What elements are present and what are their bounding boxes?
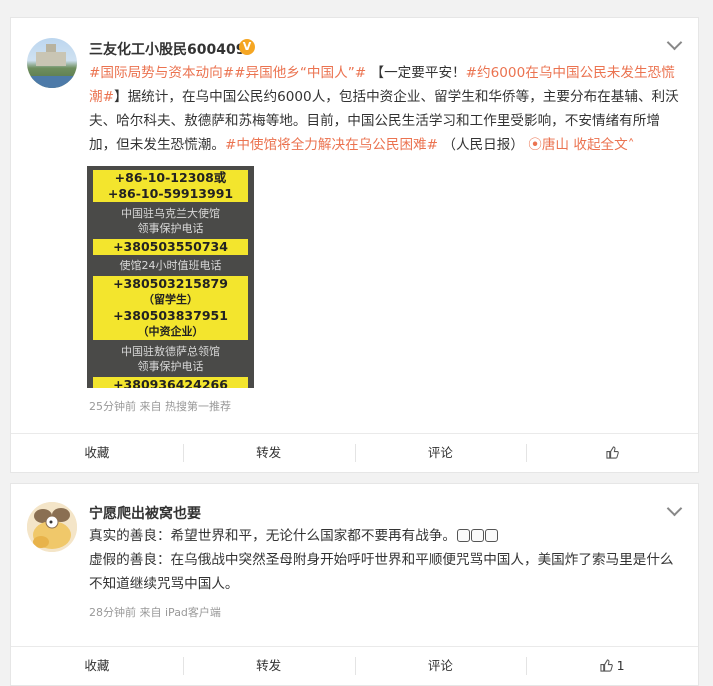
post-body: 真实的善良：希望世界和平，无论什么国家都不要再有战争。 虚假的善良：在乌俄战中突… (89, 524, 687, 596)
comment-label: 评论 (427, 445, 453, 460)
favorite-label: 收藏 (84, 445, 110, 460)
emoji-icon (457, 529, 471, 542)
location-link[interactable]: ⦿唐山 (528, 137, 569, 153)
action-bar: 收藏 转发 评论 (11, 433, 698, 472)
poster-line: （留学生） (93, 292, 248, 308)
repost-label: 转发 (256, 445, 282, 460)
post-line-1: 真实的善良：希望世界和平，无论什么国家都不要再有战争。 (89, 528, 457, 544)
like-count: 1 (616, 658, 625, 673)
favorite-button[interactable]: 收藏 (11, 647, 183, 685)
like-button[interactable] (526, 434, 698, 472)
poster-line: +86-10-12308或 (93, 170, 248, 186)
location-label: 唐山 (541, 137, 570, 153)
collapse-label: 收起全文 (573, 137, 628, 153)
chevron-down-icon[interactable] (666, 500, 683, 517)
poster-line: +380503550734 (93, 239, 248, 255)
location-pin-icon: ⦿ (528, 137, 542, 153)
post-text: 真实的善良：希望世界和平，无论什么国家都不要再有战争。 (89, 524, 687, 548)
comment-label: 评论 (427, 658, 453, 673)
favorite-button[interactable]: 收藏 (11, 434, 183, 472)
verified-badge-icon: V (239, 39, 255, 55)
username[interactable]: 三友化工小股民600409 (89, 39, 245, 59)
post-body: #国际局势与资本动向##异国他乡“中国人”# 【一定要平安！#约6000在乌中国… (89, 61, 687, 157)
poster-line: （中资企业） (93, 324, 248, 340)
poster-line: +86-10-59913991 (93, 186, 248, 202)
repost-button[interactable]: 转发 (182, 647, 355, 685)
poster-line: 中国驻乌克兰大使馆 (121, 207, 220, 220)
cartoon-avatar-icon (27, 502, 77, 552)
repost-label: 转发 (256, 658, 282, 673)
avatar-water (27, 76, 77, 88)
thumbs-up-icon (600, 659, 613, 672)
poster-line: 领事保护电话 (137, 222, 204, 235)
hashtag-link[interactable]: #中使馆将全力解决在乌公民困难# (225, 137, 438, 153)
repost-button[interactable]: 转发 (182, 434, 355, 472)
poster-line: +380503837951 (93, 308, 248, 324)
hashtag-link[interactable]: #异国他乡“中国人”# (234, 65, 366, 81)
post-source-text: （人民日报） (442, 137, 524, 153)
username[interactable]: 宁愿爬出被窝也要 (89, 503, 201, 523)
poster-line: 中国驻敖德萨总领馆 (121, 345, 220, 358)
favorite-label: 收藏 (84, 658, 110, 673)
collapse-link[interactable]: 收起全文˄ (573, 137, 634, 153)
chevron-down-icon[interactable] (666, 34, 683, 51)
post-time[interactable]: 28分钟前 (89, 606, 136, 619)
poster-line: 使馆24小时值班电话 (119, 259, 222, 272)
post-line-2: 虚假的善良：在乌俄战中突然圣母附身开始呼吁世界和平顺便咒骂中国人，美国炸了索马里… (89, 552, 674, 592)
comment-button[interactable]: 评论 (354, 434, 527, 472)
action-bar: 收藏 转发 评论 1 (11, 646, 698, 685)
hashtag-link[interactable]: #国际局势与资本动向# (89, 65, 234, 81)
post-text: 【一定要平安！ (370, 65, 466, 81)
post-source: 来自 热搜第一推荐 (139, 400, 232, 413)
poster-line: +380503215879 (93, 276, 248, 292)
poster-line: +380936424266 (93, 377, 248, 388)
poster-line: 领事保护电话 (137, 360, 204, 373)
avatar-building (36, 44, 66, 66)
avatar[interactable] (27, 502, 77, 552)
chevron-up-icon: ˄ (627, 137, 635, 153)
emoji-icon (471, 529, 485, 542)
post-card-2: 宁愿爬出被窝也要 真实的善良：希望世界和平，无论什么国家都不要再有战争。 虚假的… (10, 483, 699, 686)
post-source: 来自 iPad客户端 (139, 606, 221, 619)
post-meta: 25分钟前 来自 热搜第一推荐 (89, 398, 231, 414)
post-card-1: 三友化工小股民600409 V #国际局势与资本动向##异国他乡“中国人”# 【… (10, 17, 699, 473)
post-image[interactable]: +86-10-12308或 +86-10-59913991 中国驻乌克兰大使馆 … (87, 166, 254, 388)
post-time[interactable]: 25分钟前 (89, 400, 136, 413)
avatar[interactable] (27, 38, 77, 88)
like-button[interactable]: 1 (526, 647, 698, 685)
post-meta: 28分钟前 来自 iPad客户端 (89, 604, 221, 620)
emoji-icon (485, 529, 499, 542)
comment-button[interactable]: 评论 (354, 647, 527, 685)
thumbs-up-icon (606, 446, 619, 459)
